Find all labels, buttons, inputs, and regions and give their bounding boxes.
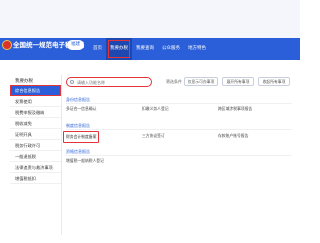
sidebar-item-certificate[interactable]: 证明开具: [10, 129, 61, 140]
sidebar-item-legal[interactable]: 法律追责与救济事项: [10, 162, 61, 173]
show-available-button[interactable]: 仅显示可办事项: [184, 77, 218, 86]
item-bank-account-report[interactable]: 存款账户账号报告: [218, 133, 248, 139]
item-tripartite-agreement[interactable]: 三方协议签订: [142, 133, 165, 139]
search-icon: [70, 80, 74, 84]
collapse-all-button[interactable]: 收起所有事项: [258, 77, 290, 86]
divider: [66, 129, 292, 130]
search-input[interactable]: [77, 78, 147, 86]
header: 全国统一规范电子税务局 福建 首页 我要办税 我要查询 公众服务 地方特色: [0, 0, 300, 60]
sidebar-item-vat-deduction[interactable]: 增值税抵扣: [10, 173, 61, 184]
sidebar-item-refund[interactable]: 一般退抵税: [10, 151, 61, 162]
tab-home[interactable]: 首页: [89, 38, 106, 60]
region-selector[interactable]: 福建: [67, 40, 84, 50]
item-multi-cert[interactable]: 多证合一信息确认: [66, 106, 96, 112]
nav-tabs: 首页 我要办税 我要查询 公众服务 地方特色: [89, 38, 210, 60]
tab-public-service[interactable]: 公众服务: [158, 38, 184, 60]
sidebar-item-permit[interactable]: 税务行政许可: [10, 140, 61, 151]
sidebar-item-declaration[interactable]: 税费申报及缴纳: [10, 107, 61, 118]
sidebar-title: 我要办税: [15, 79, 33, 84]
item-accounting-system[interactable]: 财务会计制度备案: [63, 131, 100, 143]
sidebar-item-comprehensive-info[interactable]: 综合信息报告: [10, 85, 61, 96]
tab-do-tax[interactable]: 我要办税: [106, 38, 132, 60]
tab-local-features[interactable]: 地方特色: [184, 38, 210, 60]
divider: [66, 155, 292, 156]
item-cross-region-report[interactable]: 跨区域涉税事项报告: [218, 106, 252, 112]
expand-all-button[interactable]: 展开所有事项: [222, 77, 254, 86]
sidebar-item-tax-relief[interactable]: 税收减免: [10, 118, 61, 129]
sidebar: 我要办税 综合信息报告 发票使用 税费申报及缴纳 税收减免 证明开具 税务行政许…: [10, 75, 62, 235]
emblem-icon: [2, 40, 12, 50]
filter-label: 筛选条件: [166, 79, 182, 84]
search-box[interactable]: [66, 77, 152, 87]
item-general-taxpayer[interactable]: 增值税一般纳税人登记: [66, 158, 104, 164]
sidebar-item-invoice[interactable]: 发票使用: [10, 96, 61, 107]
main-panel: 筛选条件 仅显示可办事项 展开所有事项 收起所有事项 身份信息报告 多证合一信息…: [62, 75, 294, 235]
divider: [66, 103, 292, 104]
top-banner: [0, 0, 300, 38]
item-withholding-registration[interactable]: 扣缴义务人登记: [142, 106, 169, 112]
tab-query[interactable]: 我要查询: [132, 38, 158, 60]
